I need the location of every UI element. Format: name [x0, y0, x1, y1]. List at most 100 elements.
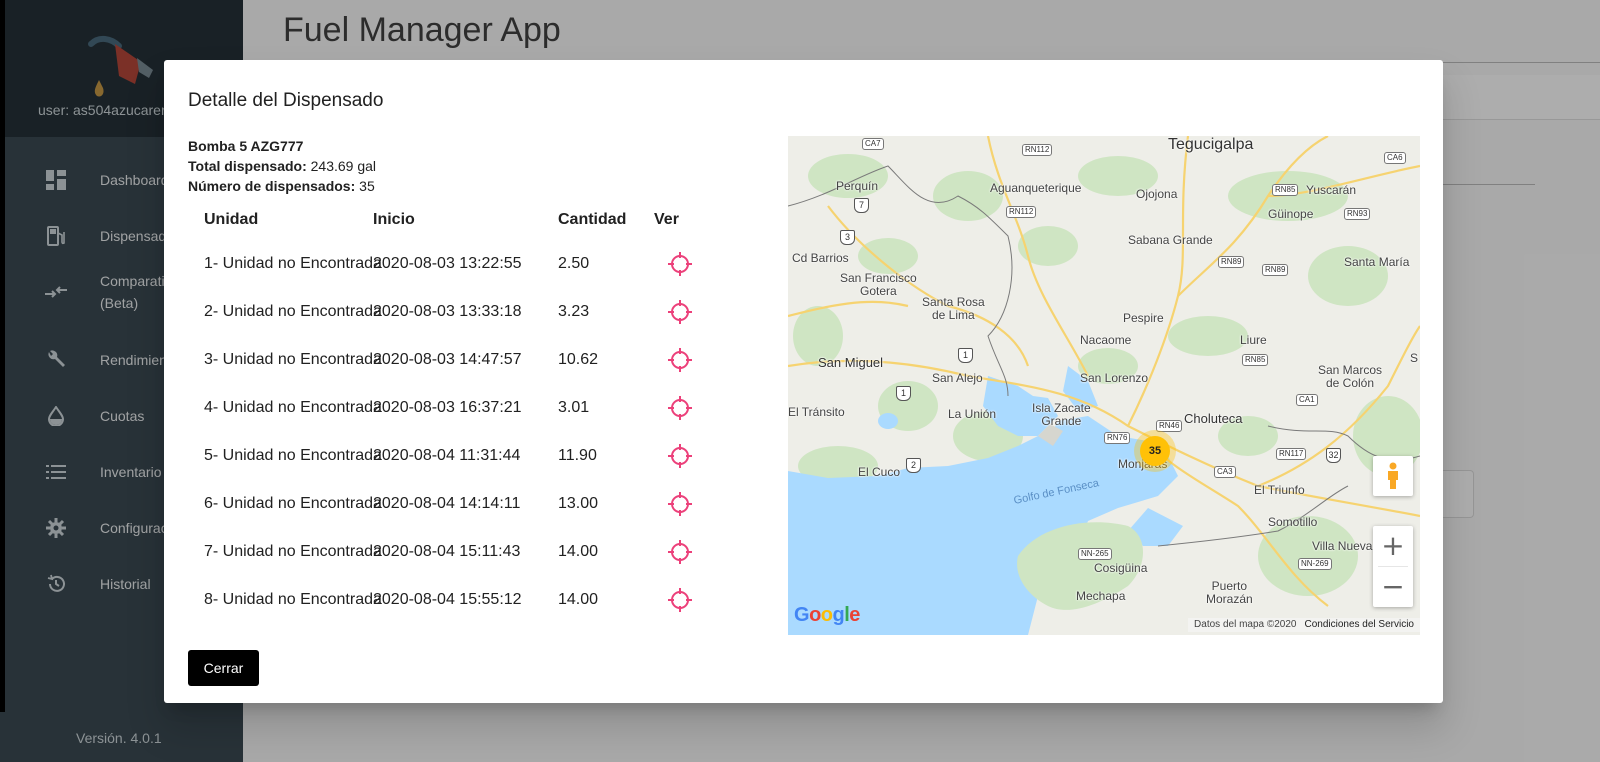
road-shield: 3 — [840, 230, 855, 245]
locate-target-icon[interactable] — [667, 347, 693, 373]
column-header-unidad: Unidad — [204, 211, 259, 228]
cell-cantidad: 13.00 — [558, 495, 599, 512]
road-label: RN89 — [1262, 264, 1289, 276]
locate-target-icon[interactable] — [667, 587, 693, 613]
cell-ver — [650, 395, 710, 421]
table-row: 1- Unidad no Encontrada 2020-08-03 13:22:… — [188, 240, 768, 288]
cell-cantidad: 3.23 — [558, 303, 590, 320]
table-row: 2- Unidad no Encontrada 2020-08-03 13:33:… — [188, 288, 768, 336]
cell-inicio: 2020-08-04 14:14:11 — [373, 495, 521, 512]
cell-unidad: 6- Unidad no Encontrada — [204, 495, 382, 512]
road-label: RN93 — [1344, 208, 1371, 220]
map-label-yuscaran: Yuscarán — [1306, 183, 1357, 197]
marker-cluster[interactable]: 35 — [1140, 436, 1170, 466]
cell-cantidad: 14.00 — [558, 543, 599, 560]
map-label-cosiguina: Cosigüina — [1094, 561, 1148, 575]
window-edge — [0, 0, 5, 712]
dialog-title: Detalle del Dispensado — [188, 90, 384, 111]
table-header: Unidad Inicio Cantidad Ver — [188, 200, 768, 240]
map-label-cd-barrios: Cd Barrios — [792, 251, 849, 265]
map-label-somotillo: Somotillo — [1268, 515, 1318, 529]
cell-cantidad: 2.50 — [558, 255, 590, 272]
terms-link[interactable]: Condiciones del Servicio — [1304, 619, 1414, 630]
map-label-san-lorenzo: San Lorenzo — [1080, 371, 1149, 385]
cell-ver — [650, 443, 710, 469]
cell-unidad: 1- Unidad no Encontrada — [204, 255, 382, 272]
locate-target-icon[interactable] — [667, 491, 693, 517]
table-row: 3- Unidad no Encontrada 2020-08-03 14:47:… — [188, 336, 768, 384]
road-label: CA1 — [1296, 394, 1318, 406]
cell-unidad: 7- Unidad no Encontrada — [204, 543, 382, 560]
map-label-tegucigalpa: Tegucigalpa — [1168, 136, 1254, 153]
locate-target-icon[interactable] — [667, 251, 693, 277]
cell-cantidad: 11.90 — [558, 447, 597, 464]
map-label-perquin: Perquín — [836, 179, 879, 193]
road-shield: 1 — [958, 348, 973, 363]
map-label-sabana-grande: Sabana Grande — [1128, 233, 1213, 247]
locate-target-icon[interactable] — [667, 395, 693, 421]
zoom-in-button[interactable]: + — [1373, 526, 1413, 566]
road-shield: 32 — [1326, 448, 1341, 463]
column-header-ver: Ver — [654, 211, 679, 228]
cell-ver — [650, 587, 710, 613]
dispense-summary: Bomba 5 AZG777 Total dispensado: 243.69 … — [188, 136, 376, 196]
cell-inicio: 2020-08-04 11:31:44 — [373, 447, 521, 464]
cell-inicio: 2020-08-04 15:11:43 — [373, 543, 521, 560]
map-label-el-cuco: El Cuco — [858, 465, 901, 479]
zoom-out-button[interactable]: − — [1373, 567, 1413, 607]
cell-unidad: 4- Unidad no Encontrada — [204, 399, 382, 416]
dispense-table[interactable]: Unidad Inicio Cantidad Ver 1- Unidad no … — [188, 200, 768, 690]
road-label: RN112 — [1006, 206, 1037, 218]
map-label-guinope: Güinope — [1268, 207, 1314, 221]
road-shield: 1 — [896, 386, 911, 401]
road-shield: 2 — [906, 458, 921, 473]
close-button[interactable]: Cerrar — [188, 650, 259, 686]
cell-ver — [650, 299, 710, 325]
road-label: NN-265 — [1078, 548, 1112, 560]
total-label: Total dispensado: — [188, 158, 307, 174]
map-label-nacaome: Nacaome — [1080, 333, 1132, 347]
cell-inicio: 2020-08-03 13:33:18 — [373, 303, 522, 320]
cell-unidad: 2- Unidad no Encontrada — [204, 303, 382, 320]
google-logo[interactable]: Google — [794, 604, 860, 627]
cell-ver — [650, 539, 710, 565]
map-label-pespire: Pespire — [1123, 311, 1164, 325]
cell-inicio: 2020-08-03 14:47:57 — [373, 351, 522, 368]
map-attribution: Datos del mapa ©2020 Condiciones del Serv… — [1188, 618, 1420, 632]
map-label-villa-nueva: Villa Nueva — [1312, 539, 1373, 553]
map-label-s: S — [1410, 351, 1419, 365]
table-row: 5- Unidad no Encontrada 2020-08-04 11:31:… — [188, 432, 768, 480]
cell-ver — [650, 347, 710, 373]
map-label-ojojona: Ojojona — [1136, 187, 1178, 201]
locate-target-icon[interactable] — [667, 539, 693, 565]
table-row: 7- Unidad no Encontrada 2020-08-04 15:11:… — [188, 528, 768, 576]
map-label-puerto-morazan: Puerto Morazán — [1206, 579, 1253, 606]
street-view-pegman-button[interactable] — [1373, 456, 1413, 496]
road-label: CA7 — [862, 138, 884, 150]
map-view[interactable]: Tegucigalpa Perquín Aguanqueterique Ojoj… — [788, 136, 1420, 635]
road-label: RN112 — [1022, 144, 1053, 156]
map-label-san-marcos-de-colon: San Marcos de Colón — [1318, 363, 1383, 390]
zoom-control: + − — [1373, 526, 1413, 607]
table-row: 8- Unidad no Encontrada 2020-08-04 15:55:… — [188, 576, 768, 624]
cell-cantidad: 14.00 — [558, 591, 599, 608]
locate-target-icon[interactable] — [667, 299, 693, 325]
map-label-choluteca: Choluteca — [1184, 411, 1243, 426]
map-label-san-miguel: San Miguel — [818, 355, 884, 370]
cell-unidad: 8- Unidad no Encontrada — [204, 591, 382, 608]
map-label-santa-maria: Santa María — [1344, 255, 1410, 269]
cell-unidad: 5- Unidad no Encontrada — [204, 447, 382, 464]
map-label-san-alejo: San Alejo — [932, 371, 983, 385]
pegman-icon — [1388, 462, 1398, 489]
map-label-el-triunfo: El Triunfo — [1254, 483, 1305, 497]
cell-cantidad: 10.62 — [558, 351, 599, 368]
cell-unidad: 3- Unidad no Encontrada — [204, 351, 382, 368]
road-shield: 7 — [854, 198, 869, 213]
road-label: CA3 — [1214, 466, 1236, 478]
locate-target-icon[interactable] — [667, 443, 693, 469]
cell-inicio: 2020-08-04 15:55:12 — [373, 591, 522, 608]
map-label-san-francisco-gotera: San Francisco Gotera — [840, 271, 917, 298]
cell-inicio: 2020-08-03 16:37:21 — [373, 399, 522, 416]
road-label: NN-269 — [1298, 558, 1332, 570]
map-data-credit: Datos del mapa ©2020 — [1194, 619, 1297, 630]
